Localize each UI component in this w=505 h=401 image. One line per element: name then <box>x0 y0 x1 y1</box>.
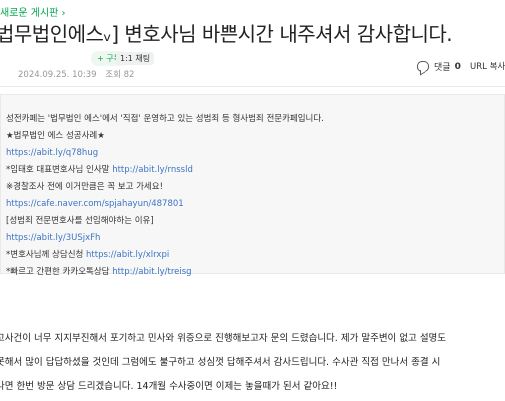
url-copy-button[interactable]: URL 복사 <box>470 60 505 72</box>
info-text: *변호사님께 상담신청 <box>6 250 87 260</box>
info-line: ★법무법인 에스 성공사례★ <box>6 128 324 145</box>
body-line: 고사건이 너무 지지부진해서 포기하고 민사와 위증으로 진행해보고자 문의 드… <box>0 333 447 344</box>
comment-icon <box>417 61 429 72</box>
info-line: [성범죄 전문변호사를 선임해야하는 이유] <box>6 213 324 230</box>
post-body: 고사건이 너무 지지부진해서 포기하고 민사와 위증으로 진행해보고자 문의 드… <box>0 327 446 399</box>
info-link[interactable]: http://abit.ly/rnssld <box>112 165 193 175</box>
info-line: *변호사님께 상담신청 https://abit.ly/xlrxpi <box>6 247 324 264</box>
body-line: 못해서 많이 답답하셨을 것인데 그럼에도 불구하고 성심껏 답해주셔서 감사드… <box>0 357 441 368</box>
board-link[interactable]: 새로운 게시판 › <box>0 4 66 19</box>
info-line: https://abit.ly/3USjxFh <box>6 230 324 247</box>
info-link[interactable]: http://abit.ly/treisg <box>112 267 191 277</box>
info-text: 성전카페는 '법무법인 에스'에서 '직접' 운영하고 있는 성범죄 등 형사범… <box>6 114 324 124</box>
chat-button[interactable]: 1:1 채팅 <box>116 52 155 65</box>
info-link[interactable]: https://cafe.naver.com/spjahayun/487801 <box>6 199 184 209</box>
post-title: 법무법인에스ᵥ] 변호사님 바쁜시간 내주셔서 감사합니다. <box>0 22 453 46</box>
info-link[interactable]: https://abit.ly/3USjxFh <box>6 233 100 243</box>
info-link[interactable]: https://abit.ly/xlrxpi <box>86 250 169 260</box>
info-line: https://abit.ly/q78hug <box>6 145 324 162</box>
info-line: *빠르고 간편한 카카오톡상담 http://abit.ly/treisg <box>6 264 324 281</box>
view-count: 조회 82 <box>105 70 135 80</box>
info-text: ★법무법인 에스 성공사례★ <box>6 131 105 141</box>
comment-button[interactable]: 댓글 0 <box>417 60 461 73</box>
info-line: ※경찰조사 전에 이거만큼은 꼭 보고 가세요! <box>6 179 324 196</box>
comment-label: 댓글 <box>434 63 451 73</box>
info-line: *임태호 대표변호사님 인사말 http://abit.ly/rnssld <box>6 162 324 179</box>
body-line: 나면 한번 방문 상담 드리겠습니다. 14개월 수사중이면 이제는 놓을때가 … <box>0 381 338 392</box>
info-link[interactable]: https://abit.ly/q78hug <box>6 148 98 158</box>
post-date: 2024.09.25. 10:39 <box>18 70 97 80</box>
info-text: *임태호 대표변호사님 인사말 <box>6 165 113 175</box>
info-text: [성범죄 전문변호사를 선임해야하는 이유] <box>6 216 154 226</box>
comment-count: 0 <box>454 61 461 72</box>
info-line: https://cafe.naver.com/spjahayun/487801 <box>6 196 324 213</box>
info-line: 성전카페는 '법무법인 에스'에서 '직접' 운영하고 있는 성범죄 등 형사범… <box>6 111 324 128</box>
post-meta: 2024.09.25. 10:39 조회 82 <box>18 68 134 80</box>
info-text: *빠르고 간편한 카카오톡상담 <box>6 267 113 277</box>
header-divider <box>0 86 505 87</box>
info-text: ※경찰조사 전에 이거만큼은 꼭 보고 가세요! <box>6 182 163 192</box>
info-lines: 성전카페는 '법무법인 에스'에서 '직접' 운영하고 있는 성범죄 등 형사범… <box>6 111 324 281</box>
